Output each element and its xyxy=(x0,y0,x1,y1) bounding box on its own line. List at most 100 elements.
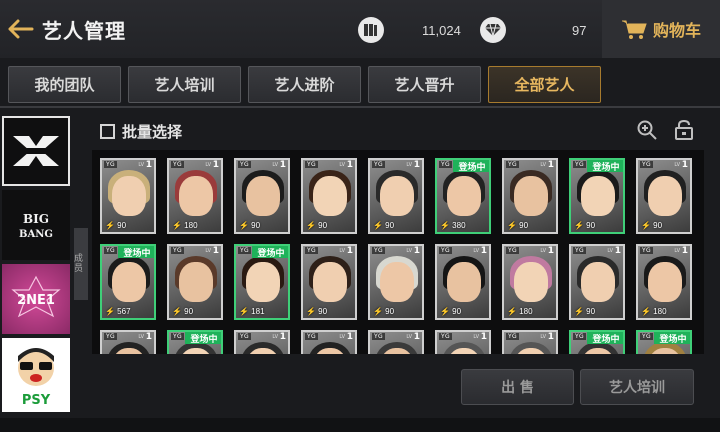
card-power: ⚡ 90 xyxy=(641,221,663,230)
artist-portrait xyxy=(112,176,146,216)
artist-portrait xyxy=(581,262,615,302)
card-level-tag: LV xyxy=(339,248,345,254)
artist-portrait xyxy=(447,262,481,302)
artist-card[interactable]: YGLV1登场中 xyxy=(167,330,223,354)
artist-training-button[interactable]: 艺人培训 xyxy=(580,369,694,405)
card-level: 1 xyxy=(480,332,487,342)
artist-card[interactable]: YG LV 1 ⚡ 180 xyxy=(502,244,558,320)
artist-card[interactable]: YG LV 1 ⚡ 90 xyxy=(301,244,357,320)
svg-text:BANG: BANG xyxy=(19,229,53,240)
shopping-cart-button[interactable]: 购物车 xyxy=(602,0,720,58)
artist-card[interactable]: YGLV1登场中⚡ 380 xyxy=(435,158,491,234)
card-brand-tag: YG xyxy=(372,333,385,340)
artist-card[interactable]: YG LV 1 ⚡ 90 xyxy=(368,158,424,234)
cards-icon xyxy=(358,17,384,43)
card-brand-tag: YG xyxy=(238,333,251,340)
group-psy[interactable]: PSY xyxy=(2,338,70,412)
card-brand-tag: YG xyxy=(305,161,318,168)
artist-card[interactable]: YG LV 1 ⚡ 180 xyxy=(167,158,223,234)
artist-card[interactable]: YG LV 1 ⚡ 90 xyxy=(435,244,491,320)
artist-card[interactable]: YG LV 1 ⚡ 90 xyxy=(234,158,290,234)
group-bigbang[interactable]: BIG BANG xyxy=(2,190,70,260)
artist-card[interactable]: YGLV1登场中 xyxy=(636,330,692,354)
artist-portrait xyxy=(313,176,347,216)
card-brand-tag: YG xyxy=(104,333,117,340)
artist-card[interactable]: YG LV 1 ⚡ 90 xyxy=(636,158,692,234)
artist-card[interactable]: YG LV 1 xyxy=(368,330,424,354)
group-2ne1[interactable]: 2NE1 xyxy=(2,264,70,334)
card-level: 1 xyxy=(212,160,219,170)
artist-portrait xyxy=(380,176,414,216)
card-power: ⚡ 180 xyxy=(507,307,533,316)
artist-card[interactable]: YG LV 1 xyxy=(301,330,357,354)
artist-card[interactable]: YG LV 1 ⚡ 90 xyxy=(167,244,223,320)
artist-card[interactable]: YG LV 1 ⚡ 90 xyxy=(100,158,156,234)
artist-card[interactable]: YG LV 1 ⚡ 180 xyxy=(636,244,692,320)
card-level: 1 xyxy=(346,160,353,170)
group-yg[interactable] xyxy=(2,116,70,186)
artist-card[interactable]: YG LV 1 ⚡ 90 xyxy=(569,244,625,320)
card-level-tag: LV xyxy=(406,248,412,254)
card-brand-tag: YG xyxy=(439,161,452,168)
card-power: ⚡ 90 xyxy=(172,307,194,316)
svg-text:PSY: PSY xyxy=(22,393,51,408)
artist-portrait xyxy=(179,176,213,216)
sidebar-toggle-handle[interactable]: 成 员 xyxy=(74,228,88,300)
card-brand-tag: YG xyxy=(305,333,318,340)
artist-card[interactable]: YG LV 1 xyxy=(502,330,558,354)
card-brand-tag: YG xyxy=(506,333,519,340)
artist-card[interactable]: YGLV1登场中⚡ 181 xyxy=(234,244,290,320)
card-power: ⚡ 181 xyxy=(239,307,265,316)
on-stage-badge: 登场中 xyxy=(587,332,623,345)
card-power: ⚡ 567 xyxy=(105,307,131,316)
back-button[interactable] xyxy=(0,0,42,58)
back-arrow-icon xyxy=(8,19,34,39)
on-stage-badge: 登场中 xyxy=(654,332,690,345)
batch-select[interactable]: 批量选择 xyxy=(100,121,182,142)
card-brand-tag: YG xyxy=(104,161,117,168)
card-level-tag: LV xyxy=(272,334,278,340)
shopping-cart-label: 购物车 xyxy=(652,21,701,40)
card-level-tag: LV xyxy=(272,162,278,168)
tab-my-team[interactable]: 我的团队 xyxy=(8,66,121,103)
yg-logo xyxy=(13,136,59,166)
card-level-tag: LV xyxy=(473,334,479,340)
card-level-tag: LV xyxy=(406,334,412,340)
artist-management-screen: 艺人管理 11,024 97 购物车 我的团队 艺人培训 艺人进阶 艺人晋升 全… xyxy=(0,0,720,432)
artist-card[interactable]: YG LV 1 xyxy=(100,330,156,354)
artist-card[interactable]: YG LV 1 ⚡ 90 xyxy=(502,158,558,234)
on-stage-badge: 登场中 xyxy=(453,160,489,173)
card-brand-tag: YG xyxy=(372,247,385,254)
sell-button[interactable]: 出 售 xyxy=(461,369,574,405)
card-level: 1 xyxy=(547,332,554,342)
batch-select-checkbox[interactable] xyxy=(100,124,115,139)
artist-card[interactable]: YG LV 1 ⚡ 90 xyxy=(301,158,357,234)
artist-card[interactable]: YGLV1登场中⚡ 90 xyxy=(569,158,625,234)
tab-all-artists[interactable]: 全部艺人 xyxy=(488,66,601,103)
artist-portrait xyxy=(246,176,280,216)
artist-card[interactable]: YG LV 1 xyxy=(234,330,290,354)
card-brand-tag: YG xyxy=(506,247,519,254)
card-brand-tag: YG xyxy=(439,247,452,254)
card-brand-tag: YG xyxy=(372,161,385,168)
card-brand-tag: YG xyxy=(506,161,519,168)
artist-portrait xyxy=(380,262,414,302)
card-level: 1 xyxy=(681,246,688,256)
artist-card[interactable]: YG LV 1 xyxy=(435,330,491,354)
tab-artist-advance[interactable]: 艺人进阶 xyxy=(248,66,361,103)
card-level-tag: LV xyxy=(339,162,345,168)
artist-portrait xyxy=(648,176,682,216)
card-power: ⚡ 90 xyxy=(574,221,596,230)
card-level: 1 xyxy=(614,246,621,256)
tab-artist-training[interactable]: 艺人培训 xyxy=(128,66,241,103)
zoom-icon[interactable] xyxy=(636,119,658,141)
artist-card[interactable]: YG LV 1 ⚡ 90 xyxy=(368,244,424,320)
on-stage-badge: 登场中 xyxy=(587,160,623,173)
diamond-count: 97 xyxy=(572,22,587,38)
tab-artist-promotion[interactable]: 艺人晋升 xyxy=(368,66,481,103)
card-brand-tag: YG xyxy=(238,161,251,168)
card-power: ⚡ 380 xyxy=(440,221,466,230)
artist-card[interactable]: YGLV1登场中⚡ 567 xyxy=(100,244,156,320)
artist-card[interactable]: YGLV1登场中 xyxy=(569,330,625,354)
unlock-icon[interactable] xyxy=(673,119,695,141)
